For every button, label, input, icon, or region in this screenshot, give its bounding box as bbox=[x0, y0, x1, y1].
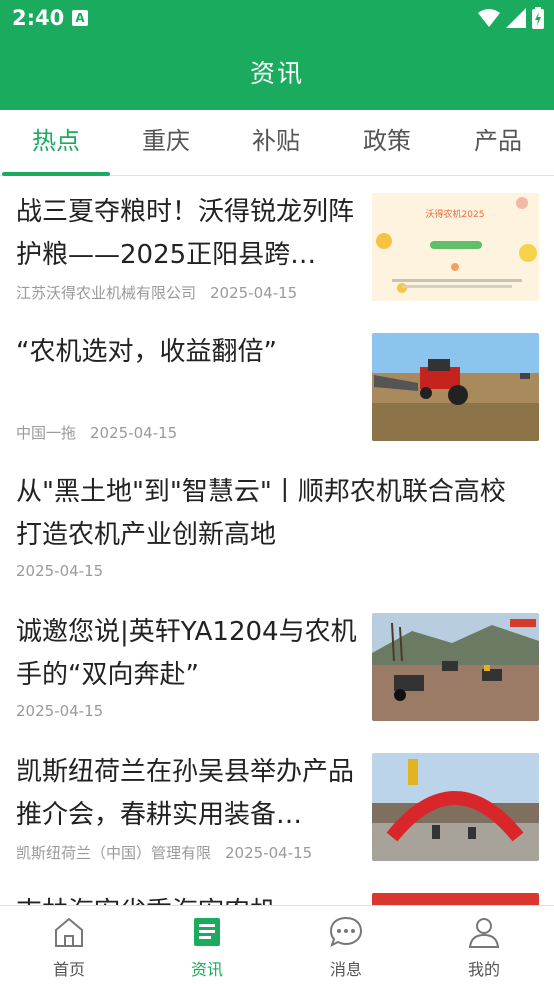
news-item[interactable]: 从"黑土地"到"智慧云"丨顺邦农机联合高校打造农机产业创新高地 2025-04-… bbox=[0, 457, 554, 597]
nav-mine[interactable]: 我的 bbox=[415, 906, 553, 984]
tab-subsidy[interactable]: 补贴 bbox=[221, 110, 331, 176]
news-item[interactable]: “农机选对，收益翻倍” 中国一拖 2025-04-15 bbox=[0, 317, 554, 457]
news-title: 从"黑土地"到"智慧云"丨顺邦农机联合高校打造农机产业创新高地 bbox=[16, 477, 506, 550]
news-thumbnail bbox=[372, 333, 539, 441]
thumb-caption: 沃得农机2025 bbox=[426, 208, 485, 220]
news-meta: 中国一拖 2025-04-15 bbox=[16, 422, 177, 443]
news-meta: 江苏沃得农业机械有限公司 2025-04-15 bbox=[16, 282, 297, 303]
news-date: 2025-04-15 bbox=[210, 284, 298, 302]
nav-news-label: 资讯 bbox=[190, 960, 223, 979]
news-item[interactable]: 吉林海宏省季海宏农机… bbox=[0, 877, 554, 905]
status-time: 2:40 bbox=[12, 6, 65, 30]
nav-news[interactable]: 资讯 bbox=[138, 906, 276, 984]
tab-product[interactable]: 产品 bbox=[443, 110, 553, 176]
tab-policy[interactable]: 政策 bbox=[332, 110, 442, 176]
wifi-icon bbox=[478, 9, 500, 27]
signal-icon bbox=[506, 8, 526, 28]
category-tabs: 热点 重庆 补贴 政策 产品 bbox=[0, 110, 554, 176]
home-icon bbox=[55, 917, 83, 947]
news-meta: 凯斯纽荷兰（中国）管理有限 2025-04-15 bbox=[16, 842, 312, 863]
news-title: 吉林海宏省季海宏农机… bbox=[16, 891, 358, 905]
news-item[interactable]: 诚邀您说|英轩YA1204与农机手的“双向奔赴” 2025-04-15 bbox=[0, 597, 554, 737]
tab-hot[interactable]: 热点 bbox=[1, 110, 111, 176]
news-thumbnail bbox=[372, 753, 539, 861]
news-item[interactable]: 凯斯纽荷兰在孙吴县举办产品推介会，春耕实用装备… 凯斯纽荷兰（中国）管理有限 20… bbox=[0, 737, 554, 877]
news-thumbnail bbox=[372, 613, 539, 721]
page-title: 资讯 bbox=[249, 59, 304, 88]
news-date: 2025-04-15 bbox=[16, 562, 104, 580]
app-bar: 资讯 bbox=[0, 38, 554, 110]
news-thumbnail: 沃得农机2025 bbox=[372, 193, 539, 301]
news-date: 2025-04-15 bbox=[90, 424, 178, 442]
news-title: “农机选对，收益翻倍” bbox=[16, 337, 277, 367]
status-bar: 2:40 A bbox=[0, 0, 554, 38]
battery-icon bbox=[532, 7, 544, 29]
news-item[interactable]: 战三夏夺粮时！沃得锐龙列阵护粮——2025正阳县跨… 江苏沃得农业机械有限公司 2… bbox=[0, 177, 554, 317]
tab-chongqing[interactable]: 重庆 bbox=[111, 110, 221, 176]
news-meta: 2025-04-15 bbox=[16, 702, 103, 720]
news-meta: 2025-04-15 bbox=[16, 562, 103, 580]
nav-home-label: 首页 bbox=[52, 960, 85, 979]
news-source: 江苏沃得农业机械有限公司 bbox=[16, 284, 197, 302]
tab-indicator bbox=[2, 172, 110, 176]
news-source: 凯斯纽荷兰（中国）管理有限 bbox=[16, 844, 212, 862]
news-feed[interactable]: 战三夏夺粮时！沃得锐龙列阵护粮——2025正阳县跨… 江苏沃得农业机械有限公司 2… bbox=[0, 177, 554, 905]
news-thumbnail bbox=[372, 893, 539, 905]
news-title: 诚邀您说|英轩YA1204与农机手的“双向奔赴” bbox=[16, 617, 357, 690]
news-date: 2025-04-15 bbox=[225, 844, 313, 862]
bottom-navigation: 首页 资讯 消息 我的 bbox=[0, 905, 554, 984]
nav-messages-label: 消息 bbox=[329, 960, 362, 979]
message-icon bbox=[329, 916, 363, 947]
news-title: 战三夏夺粮时！沃得锐龙列阵护粮——2025正阳县跨… bbox=[16, 197, 355, 270]
news-icon bbox=[194, 918, 220, 946]
news-date: 2025-04-15 bbox=[16, 702, 104, 720]
user-icon bbox=[468, 918, 500, 948]
nav-mine-label: 我的 bbox=[467, 960, 500, 979]
status-icons bbox=[478, 7, 544, 29]
nav-home[interactable]: 首页 bbox=[0, 906, 138, 984]
notification-icon: A bbox=[72, 10, 88, 26]
news-source: 中国一拖 bbox=[16, 424, 77, 442]
news-title: 凯斯纽荷兰在孙吴县举办产品推介会，春耕实用装备… bbox=[16, 757, 355, 830]
nav-messages[interactable]: 消息 bbox=[277, 906, 415, 984]
